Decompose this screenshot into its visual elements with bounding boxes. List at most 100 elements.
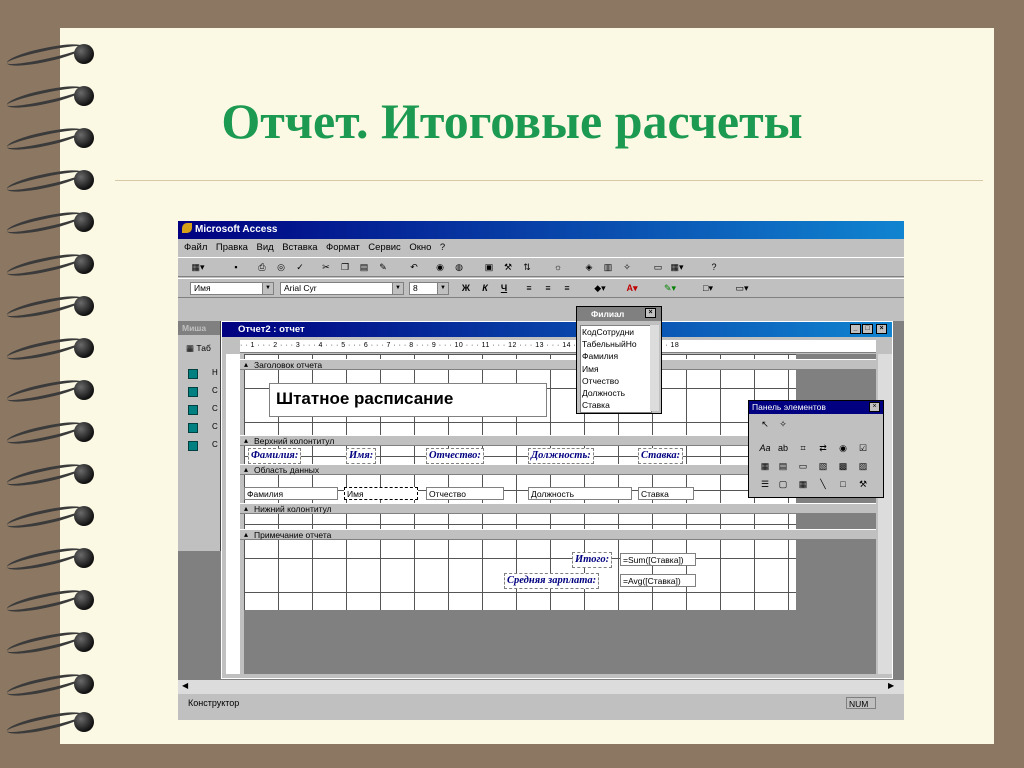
- field-surname[interactable]: Фамилия: [244, 487, 338, 500]
- line-width-icon[interactable]: □▾: [700, 281, 716, 295]
- font-size-select[interactable]: 8 ▼: [409, 282, 449, 295]
- menu-format[interactable]: Формат: [326, 240, 360, 256]
- field-patronymic[interactable]: Отчество: [426, 487, 504, 500]
- bold-button[interactable]: Ж: [458, 281, 474, 295]
- label-rate[interactable]: Ставка:: [638, 448, 684, 464]
- more-controls-icon[interactable]: ⚒: [855, 477, 871, 492]
- option-group-icon[interactable]: ⌗: [795, 441, 811, 456]
- section-report-header[interactable]: Заголовок отчета: [240, 359, 876, 370]
- menu-window[interactable]: Окно: [409, 240, 431, 256]
- cut-icon[interactable]: ✂: [318, 260, 334, 274]
- code-icon[interactable]: ◈: [581, 260, 597, 274]
- align-left-icon[interactable]: ≡: [521, 281, 537, 295]
- spelling-icon[interactable]: ✓: [292, 260, 308, 274]
- label-total[interactable]: Итого:: [572, 552, 613, 568]
- control-wizards-icon[interactable]: ✧: [775, 417, 791, 432]
- label-patronymic[interactable]: Отчество:: [426, 448, 484, 464]
- maximize-icon[interactable]: □: [862, 324, 873, 334]
- tab-control-icon[interactable]: ▢: [775, 477, 791, 492]
- field-list-item[interactable]: Фамилия: [581, 350, 651, 362]
- page-break-icon[interactable]: ☰: [757, 477, 773, 492]
- database-window-icon[interactable]: ▭: [650, 260, 666, 274]
- database-item[interactable]: С: [212, 386, 218, 395]
- align-right-icon[interactable]: ≡: [559, 281, 575, 295]
- internet-icon[interactable]: ◉: [432, 260, 448, 274]
- scroll-right-icon[interactable]: ▶: [888, 681, 894, 690]
- italic-button[interactable]: К: [477, 281, 493, 295]
- field-name-selected[interactable]: Имя: [344, 487, 418, 500]
- align-center-icon[interactable]: ≡: [540, 281, 556, 295]
- horizontal-scrollbar[interactable]: ◀ ▶: [178, 679, 904, 694]
- database-tab-tables[interactable]: ▦ Таб: [186, 343, 211, 354]
- builder-wand-icon[interactable]: ✧: [619, 260, 635, 274]
- close-icon[interactable]: ×: [645, 308, 656, 318]
- format-painter-icon[interactable]: ✎: [375, 260, 391, 274]
- menu-help[interactable]: ?: [440, 240, 445, 256]
- underline-button[interactable]: Ч: [496, 281, 512, 295]
- web-toolbar-icon[interactable]: ◍: [451, 260, 467, 274]
- menu-insert[interactable]: Вставка: [282, 240, 317, 256]
- field-list-item[interactable]: Ставка: [581, 399, 651, 411]
- menu-edit[interactable]: Правка: [216, 240, 248, 256]
- field-list-icon[interactable]: ▣: [481, 260, 497, 274]
- field-sum-expression[interactable]: =Sum([Ставка]): [620, 553, 696, 566]
- image-icon[interactable]: ▧: [815, 459, 831, 474]
- section-page-footer[interactable]: Нижний колонтитул: [240, 503, 876, 514]
- print-icon[interactable]: ⎙: [254, 260, 270, 274]
- bound-frame-icon[interactable]: ▨: [855, 459, 871, 474]
- subform-icon[interactable]: ▦: [795, 477, 811, 492]
- label-position[interactable]: Должность:: [528, 448, 594, 464]
- database-item[interactable]: С: [212, 440, 218, 449]
- select-objects-icon[interactable]: ↖: [757, 417, 773, 432]
- menu-tools[interactable]: Сервис: [368, 240, 401, 256]
- chevron-down-icon[interactable]: ▼: [392, 283, 403, 294]
- combo-box-icon[interactable]: ▦: [757, 459, 773, 474]
- database-item[interactable]: С: [212, 404, 218, 413]
- unbound-frame-icon[interactable]: ▩: [835, 459, 851, 474]
- line-tool-icon[interactable]: ╲: [815, 477, 831, 492]
- label-surname[interactable]: Фамилия:: [248, 448, 302, 464]
- label-tool-icon[interactable]: Aa: [757, 441, 773, 456]
- properties-icon[interactable]: ☼: [550, 260, 566, 274]
- new-object-icon[interactable]: ▦▾: [669, 260, 685, 274]
- minimize-icon[interactable]: _: [850, 324, 861, 334]
- report-heading[interactable]: Штатное расписание: [269, 383, 547, 417]
- rectangle-tool-icon[interactable]: □: [835, 477, 851, 492]
- option-button-icon[interactable]: ◉: [835, 441, 851, 456]
- field-list-item[interactable]: Имя: [581, 363, 651, 375]
- chevron-down-icon[interactable]: ▼: [437, 283, 448, 294]
- font-color-icon[interactable]: A▾: [624, 281, 640, 295]
- command-button-icon[interactable]: ▭: [795, 459, 811, 474]
- paste-icon[interactable]: ▤: [356, 260, 372, 274]
- builder-icon[interactable]: ▥: [600, 260, 616, 274]
- field-rate[interactable]: Ставка: [638, 487, 694, 500]
- field-list-item[interactable]: ТабельныйНо: [581, 338, 651, 350]
- fill-color-icon[interactable]: ◆▾: [592, 281, 608, 295]
- textbox-tool-icon[interactable]: ab: [775, 441, 791, 456]
- menu-file[interactable]: Файл: [184, 240, 207, 256]
- field-list-item[interactable]: Отчество: [581, 375, 651, 387]
- field-list-item[interactable]: Должность: [581, 387, 651, 399]
- scroll-left-icon[interactable]: ◀: [182, 681, 188, 690]
- sorting-icon[interactable]: ⇅: [519, 260, 535, 274]
- section-report-footer[interactable]: Примечание отчета: [240, 529, 876, 540]
- menu-view[interactable]: Вид: [256, 240, 273, 256]
- label-name[interactable]: Имя:: [346, 448, 377, 464]
- preview-icon[interactable]: ◎: [273, 260, 289, 274]
- special-effect-icon[interactable]: ▭▾: [734, 281, 750, 295]
- field-avg-expression[interactable]: =Avg([Ставка]): [620, 574, 696, 587]
- undo-icon[interactable]: ↶: [406, 260, 422, 274]
- list-box-icon[interactable]: ▤: [775, 459, 791, 474]
- save-icon[interactable]: ▪: [228, 260, 244, 274]
- help-icon[interactable]: ?: [706, 260, 722, 274]
- field-list-scrollbar[interactable]: [650, 325, 659, 411]
- chevron-down-icon[interactable]: ▼: [262, 283, 273, 294]
- copy-icon[interactable]: ❐: [337, 260, 353, 274]
- view-icon[interactable]: ▦▾: [190, 260, 206, 274]
- field-list-item[interactable]: КодСотрудни: [581, 326, 651, 338]
- font-name-select[interactable]: Arial Cyr ▼: [280, 282, 404, 295]
- object-select[interactable]: Имя ▼: [190, 282, 274, 295]
- field-position[interactable]: Должность: [528, 487, 632, 500]
- close-icon[interactable]: ×: [876, 324, 887, 334]
- line-color-icon[interactable]: ✎▾: [662, 281, 678, 295]
